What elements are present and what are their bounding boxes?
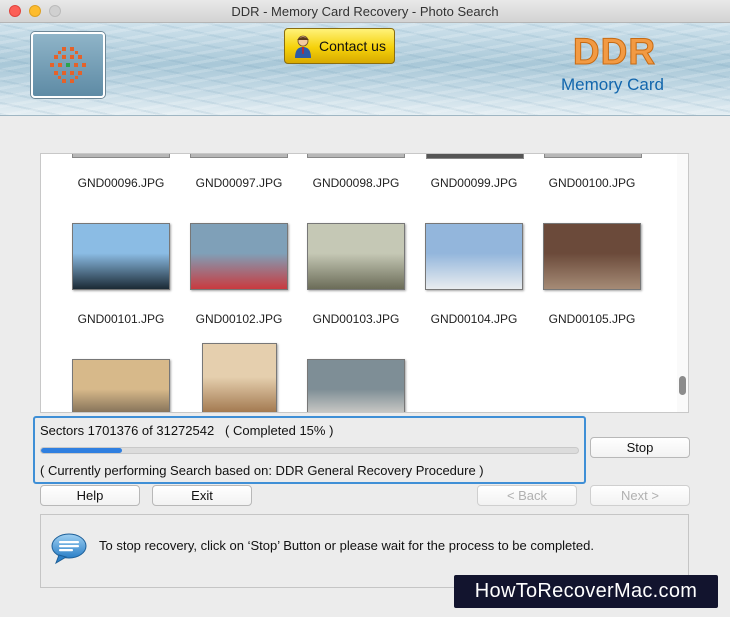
thumbnail-filename: GND00097.JPG [195,176,283,190]
watermark-banner: HowToRecoverMac.com [454,575,718,608]
brand-subtitle: Memory Card [561,75,664,94]
thumbnail-image [425,223,523,290]
thumbnail-filename: GND00096.JPG [77,176,165,190]
stop-button[interactable]: Stop [590,437,690,458]
partial-thumbnail [544,154,642,158]
partial-thumbnail [426,154,524,159]
next-button[interactable]: Next > [590,485,690,506]
thumbnail-item[interactable]: GND00097.JPG [180,176,298,190]
thumbnail-image [72,359,170,412]
thumbnail-image [190,223,288,290]
recovery-grid-icon [50,47,86,83]
thumbnail-image [201,343,277,412]
thumbnail-filename: GND00099.JPG [430,176,518,190]
thumbnail-filename: GND00104.JPG [430,312,518,326]
partial-thumbnail [307,154,405,158]
back-button[interactable]: < Back [477,485,577,506]
thumbnail-item[interactable]: GND00101.JPG [62,223,180,326]
thumbnail-filename: GND00101.JPG [77,312,165,326]
thumbnail-item[interactable]: GND00102.JPG [180,223,298,326]
thumbnail-filename: GND00098.JPG [312,176,400,190]
close-window-button[interactable] [9,5,21,17]
window-title: DDR - Memory Card Recovery - Photo Searc… [231,4,499,19]
thumbnail-filename: GND00102.JPG [195,312,283,326]
thumbnail-item[interactable]: GND00096.JPG [62,176,180,190]
contact-us-label: Contact us [319,38,386,54]
minimize-window-button[interactable] [29,5,41,17]
contact-us-button[interactable]: Contact us [284,28,395,64]
thumbnail-filename: GND00100.JPG [548,176,636,190]
photo-thumbnail-grid[interactable]: GND00096.JPG GND00097.JPG GND00098.JPG G… [40,153,689,413]
sectors-progress-text: Sectors 1701376 of 31272542 ( Completed … [40,423,334,438]
procedure-status-text: ( Currently performing Search based on: … [40,463,484,478]
brand-title: DDR [572,31,657,73]
exit-button[interactable]: Exit [152,485,252,506]
thumbnail-filename: GND00103.JPG [312,312,400,326]
speech-bubble-icon [51,533,87,565]
vertical-scrollbar[interactable] [677,154,688,412]
thumbnail-item[interactable]: GND00099.JPG [415,176,533,190]
info-message-text: To stop recovery, click on ‘Stop’ Button… [99,538,594,553]
thumbnail-item[interactable] [297,359,415,412]
thumbnail-image [307,223,405,290]
thumbnail-image [307,359,405,412]
progress-bar-fill [41,448,122,453]
partial-thumbnail [72,154,170,158]
thumbnail-item[interactable] [180,343,298,412]
help-button[interactable]: Help [40,485,140,506]
maximize-window-button[interactable] [49,5,61,17]
header-banner: Contact us DDR Memory Card [0,23,730,116]
thumbnail-filename: GND00105.JPG [548,312,636,326]
app-logo [31,32,105,98]
scrollbar-thumb[interactable] [679,376,686,395]
thumbnail-item[interactable] [62,359,180,412]
person-icon [295,35,312,58]
progress-bar [40,447,579,454]
thumbnail-item[interactable]: GND00098.JPG [297,176,415,190]
thumbnail-image [543,223,641,290]
thumbnail-item[interactable]: GND00103.JPG [297,223,415,326]
progress-panel: Sectors 1701376 of 31272542 ( Completed … [33,416,586,484]
partial-thumbnail [190,154,288,158]
window-titlebar: DDR - Memory Card Recovery - Photo Searc… [0,0,730,23]
thumbnail-item[interactable]: GND00100.JPG [533,176,651,190]
thumbnail-item[interactable]: GND00105.JPG [533,223,651,326]
thumbnail-image [72,223,170,290]
thumbnail-item[interactable]: GND00104.JPG [415,223,533,326]
